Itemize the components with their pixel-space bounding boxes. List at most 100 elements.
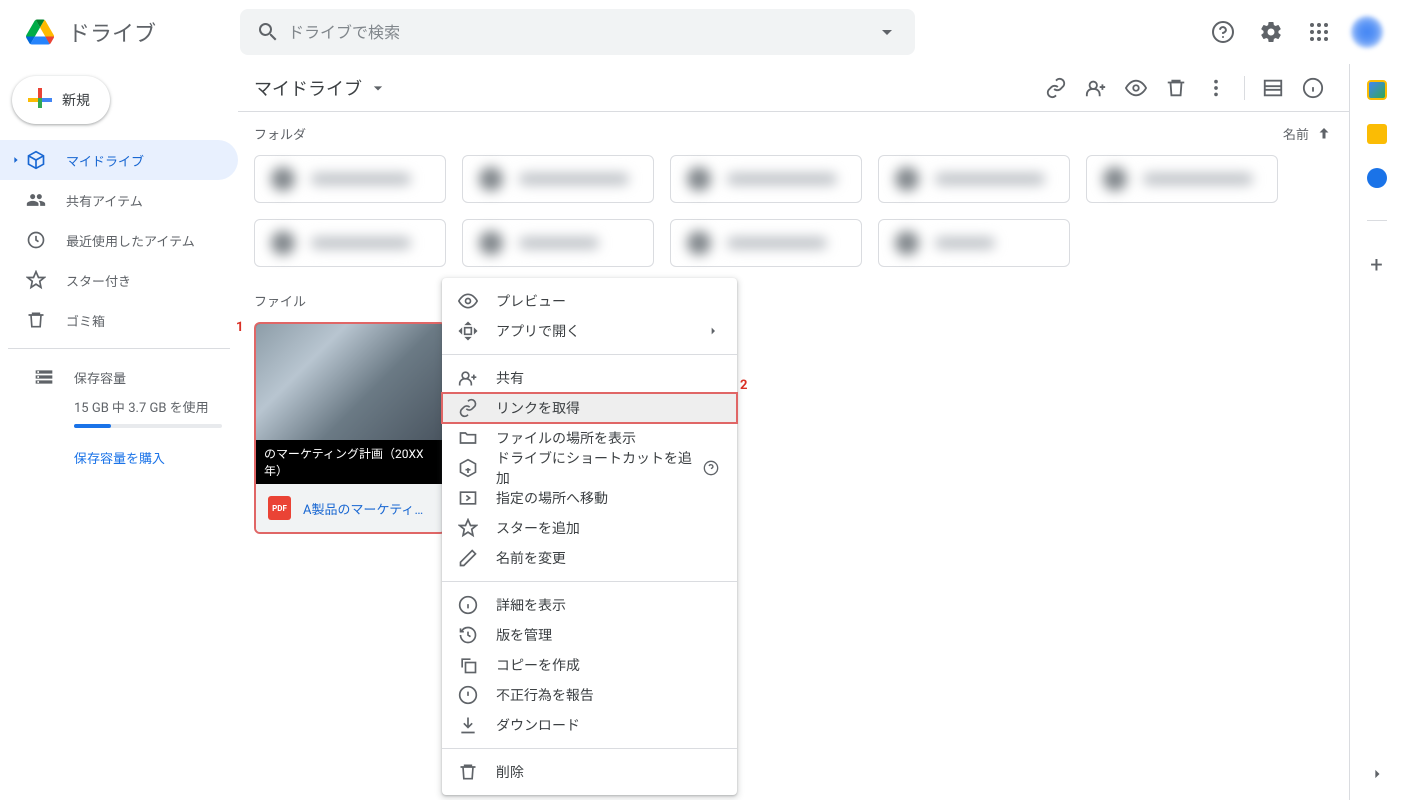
move-icon — [458, 488, 478, 508]
folder-item[interactable] — [462, 155, 654, 203]
menu-star[interactable]: スターを追加 — [442, 513, 737, 543]
file-thumbnail: のマーケティング計画（20XX年） — [256, 324, 444, 484]
menu-share[interactable]: 共有 — [442, 363, 737, 393]
sidebar-item-label: 最近使用したアイテム — [66, 231, 195, 250]
shortcut-icon — [458, 458, 478, 478]
help-icon — [702, 458, 721, 478]
sidebar-item-recent[interactable]: 最近使用したアイテム — [0, 220, 238, 260]
menu-label: 版を管理 — [496, 625, 552, 645]
download-icon — [458, 715, 478, 735]
search-input[interactable] — [288, 23, 867, 42]
folder-item[interactable] — [1086, 155, 1278, 203]
get-link-icon[interactable] — [1036, 68, 1076, 108]
shared-icon — [24, 188, 48, 212]
settings-icon[interactable] — [1251, 12, 1291, 52]
sidebar-item-label: マイドライブ — [66, 151, 144, 170]
menu-move[interactable]: 指定の場所へ移動 — [442, 483, 737, 513]
menu-download[interactable]: ダウンロード — [442, 710, 737, 740]
breadcrumb[interactable]: マイドライブ — [246, 71, 396, 105]
view-list-icon[interactable] — [1253, 68, 1293, 108]
menu-separator — [442, 748, 737, 749]
menu-label: 指定の場所へ移動 — [496, 488, 608, 508]
files-grid: のマーケティング計画（20XX年） PDF A製品のマーケティン... — [254, 322, 1333, 534]
account-avatar[interactable] — [1347, 12, 1387, 52]
add-app-icon[interactable]: + — [1370, 253, 1382, 278]
menu-label: ダウンロード — [496, 715, 580, 735]
folder-item[interactable] — [670, 219, 862, 267]
pencil-icon — [458, 548, 478, 568]
menu-separator — [442, 354, 737, 355]
recent-icon — [24, 228, 48, 252]
search-options-icon[interactable] — [867, 12, 907, 52]
sidebar-item-storage[interactable]: 保存容量 — [8, 357, 230, 397]
file-card[interactable]: のマーケティング計画（20XX年） PDF A製品のマーケティン... — [254, 322, 446, 534]
sidebar-item-starred[interactable]: スター付き — [0, 260, 238, 300]
menu-label: アプリで開く — [496, 321, 580, 341]
menu-get-link[interactable]: リンクを取得 — [442, 393, 737, 423]
folder-item[interactable] — [462, 219, 654, 267]
trash-outline-icon — [458, 762, 478, 782]
menu-rename[interactable]: 名前を変更 — [442, 543, 737, 573]
file-footer: PDF A製品のマーケティン... — [256, 484, 444, 532]
sidebar-item-shared[interactable]: 共有アイテム — [0, 180, 238, 220]
menu-report[interactable]: 不正行為を報告 — [442, 680, 737, 710]
file-name: A製品のマーケティン... — [303, 499, 432, 518]
preview-icon[interactable] — [1116, 68, 1156, 108]
content: フォルダ 名前 ファイル — [238, 112, 1349, 800]
files-header: ファイル — [254, 291, 1333, 310]
buy-storage-link[interactable]: 保存容量を購入 — [8, 448, 230, 467]
sidebar-item-trash[interactable]: ゴミ箱 — [0, 300, 238, 340]
collapse-side-icon[interactable] — [1367, 764, 1387, 784]
menu-delete[interactable]: 削除 — [442, 757, 737, 787]
menu-label: コピーを作成 — [496, 655, 580, 675]
history-icon — [458, 625, 478, 645]
menu-open-with[interactable]: アプリで開く — [442, 316, 737, 346]
search-icon[interactable] — [248, 12, 288, 52]
menu-label: ファイルの場所を表示 — [496, 428, 636, 448]
logo-area[interactable]: ドライブ — [8, 12, 240, 52]
apps-icon[interactable] — [1299, 12, 1339, 52]
calendar-app-icon[interactable] — [1367, 80, 1387, 100]
sidebar-item-mydrive[interactable]: マイドライブ — [0, 140, 238, 180]
menu-label: ドライブにショートカットを追加 — [496, 448, 698, 488]
delete-icon[interactable] — [1156, 68, 1196, 108]
folders-heading: フォルダ — [254, 124, 306, 143]
sidebar: 新規 マイドライブ 共有アイテム 最近使用したアイテム スター付き — [0, 64, 238, 800]
header: ドライブ — [0, 0, 1403, 64]
app-name: ドライブ — [68, 16, 156, 48]
folder-item[interactable] — [670, 155, 862, 203]
keep-app-icon[interactable] — [1367, 124, 1387, 144]
folder-item[interactable] — [878, 219, 1070, 267]
storage-label-text: 保存容量 — [74, 368, 126, 387]
details-icon[interactable] — [1293, 68, 1333, 108]
trash-icon — [24, 308, 48, 332]
support-icon[interactable] — [1203, 12, 1243, 52]
sidebar-item-label: ゴミ箱 — [66, 311, 105, 330]
star-icon — [24, 268, 48, 292]
menu-versions[interactable]: 版を管理 — [442, 620, 737, 650]
folders-grid — [254, 155, 1333, 267]
folder-item[interactable] — [254, 155, 446, 203]
sort-button[interactable]: 名前 — [1283, 124, 1333, 143]
side-panel: + — [1349, 64, 1403, 800]
menu-label: スターを追加 — [496, 518, 580, 538]
menu-label: 削除 — [496, 762, 524, 782]
sidebar-item-label: スター付き — [66, 271, 131, 290]
folder-item[interactable] — [878, 155, 1070, 203]
annotation-1: 1 — [236, 320, 243, 335]
menu-copy[interactable]: コピーを作成 — [442, 650, 737, 680]
main: マイドライブ フォルダ 名前 — [238, 64, 1349, 800]
more-icon[interactable] — [1196, 68, 1236, 108]
folder-item[interactable] — [254, 219, 446, 267]
tasks-app-icon[interactable] — [1367, 168, 1387, 188]
pdf-icon: PDF — [268, 496, 291, 520]
menu-add-shortcut[interactable]: ドライブにショートカットを追加 — [442, 453, 737, 483]
expand-icon[interactable] — [8, 155, 24, 165]
menu-preview[interactable]: プレビュー — [442, 286, 737, 316]
menu-separator — [442, 581, 737, 582]
context-menu: プレビュー アプリで開く 共有 リンクを取得 ファイルの場所を表示 ドライブにシ… — [442, 278, 737, 795]
caret-down-icon — [368, 78, 388, 98]
share-icon[interactable] — [1076, 68, 1116, 108]
new-button[interactable]: 新規 — [12, 76, 110, 124]
menu-details[interactable]: 詳細を表示 — [442, 590, 737, 620]
